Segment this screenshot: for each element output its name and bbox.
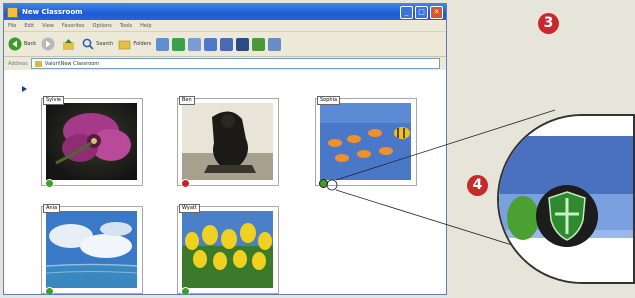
view-thumbnails-icon[interactable] <box>156 37 170 51</box>
address-bar: Address Valori\New Classroom <box>4 57 446 71</box>
fish-photo <box>320 103 411 180</box>
menu-item-help[interactable]: Help <box>140 23 151 29</box>
window-title: New Classroom <box>22 8 83 16</box>
folders-icon <box>119 40 131 50</box>
back-label: Back <box>24 41 37 47</box>
view-class-icon[interactable] <box>172 37 186 51</box>
explorer-window: New Classroom _ □ ✕ File Edit View Favor… <box>3 3 447 295</box>
folder-small-icon <box>34 60 42 67</box>
student-thumbnail-ania[interactable]: Ania <box>41 204 143 294</box>
address-field[interactable]: Valori\New Classroom <box>30 58 440 69</box>
maximize-button[interactable]: □ <box>415 5 428 19</box>
layout-icon[interactable] <box>188 37 202 51</box>
menu-item-favorites[interactable]: Favorites <box>62 23 85 29</box>
back-arrow-icon <box>8 37 22 51</box>
status-green-icon <box>45 287 54 294</box>
student-name-label: Ania <box>43 204 61 213</box>
status-green-icon <box>319 179 328 188</box>
shield-toolbar-icon[interactable] <box>252 37 266 51</box>
forward-arrow-icon <box>41 37 55 51</box>
menu-item-file[interactable]: File <box>8 23 16 29</box>
folders-button[interactable]: Folders <box>118 38 151 50</box>
tulips-photo <box>182 211 273 288</box>
address-value: Valori\New Classroom <box>44 60 100 67</box>
close-button[interactable]: ✕ <box>430 5 443 19</box>
sculpture-photo <box>182 103 273 180</box>
folder-icon <box>7 6 18 18</box>
up-folder-button[interactable] <box>62 38 77 51</box>
address-label: Address <box>8 60 28 67</box>
zoom-magnifier <box>497 114 635 284</box>
monitor-icon[interactable] <box>204 37 218 51</box>
student-thumbnail-wyatt[interactable]: Wyatt <box>177 204 279 294</box>
student-name-label: Wyatt <box>179 204 200 213</box>
expand-arrow-icon[interactable] <box>22 86 27 92</box>
student-name-label: Sophia <box>317 96 341 105</box>
status-green-icon <box>181 287 190 294</box>
student-name-label: Ben <box>179 96 195 105</box>
menu-item-options[interactable]: Options <box>93 23 112 29</box>
menu-bar: File Edit View Favorites Options Tools H… <box>4 20 446 32</box>
blank-screen-icon[interactable] <box>236 37 250 51</box>
share-screen-icon[interactable] <box>220 37 234 51</box>
search-label: Search <box>96 41 114 47</box>
shield-icon <box>548 191 586 241</box>
sky-photo <box>46 211 137 288</box>
menu-item-view[interactable]: View <box>42 23 54 29</box>
menu-item-tools[interactable]: Tools <box>120 23 132 29</box>
step-badge-4: 4 <box>467 175 488 196</box>
back-button[interactable]: Back <box>8 37 36 51</box>
status-red-icon <box>181 179 190 188</box>
search-icon <box>82 38 94 50</box>
student-thumbnail-ben[interactable]: Ben <box>177 96 279 188</box>
folders-label: Folders <box>133 41 152 47</box>
minimize-button[interactable]: _ <box>400 5 413 19</box>
step-badge-3: 3 <box>538 13 559 34</box>
status-green-icon <box>45 179 54 188</box>
toolbar: Back Search Folders <box>4 32 446 57</box>
student-thumbnail-sylvie[interactable]: Sylvie <box>41 96 143 188</box>
menu-item-edit[interactable]: Edit <box>24 23 34 29</box>
flower-photo <box>46 103 137 180</box>
options-icon[interactable] <box>268 37 282 51</box>
forward-button[interactable] <box>41 37 57 51</box>
thumbnail-view: Sylvie Ben Sophia Ania Wyatt <box>4 70 446 294</box>
student-name-label: Sylvie <box>43 96 64 105</box>
search-button[interactable]: Search <box>82 38 113 50</box>
up-folder-icon <box>63 38 75 50</box>
student-thumbnail-sophia[interactable]: Sophia <box>315 96 417 188</box>
title-bar[interactable]: New Classroom _ □ ✕ <box>4 4 446 20</box>
